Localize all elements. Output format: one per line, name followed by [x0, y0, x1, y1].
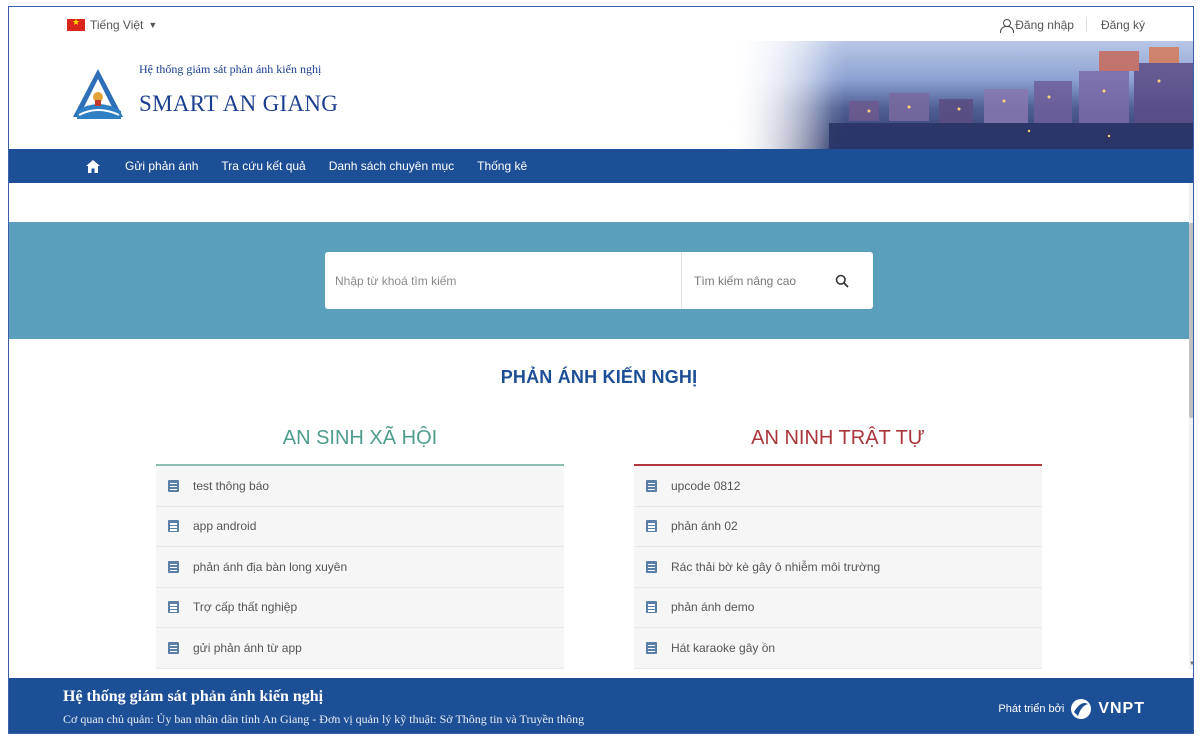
- document-icon: [168, 601, 179, 614]
- header-banner-image: [729, 41, 1193, 149]
- list-item[interactable]: app android: [156, 507, 564, 547]
- auth-links: Đăng nhập Đăng ký: [1000, 18, 1145, 33]
- nav-item-lookup[interactable]: Tra cứu kết quả: [221, 159, 305, 173]
- register-link[interactable]: Đăng ký: [1087, 18, 1145, 32]
- document-icon: [646, 560, 657, 573]
- report-list-social-welfare: test thông báo app android phản ánh địa …: [156, 466, 564, 669]
- vendor-name: VNPT: [1098, 700, 1145, 717]
- developer-credit[interactable]: Phát triển bởi VNPT: [998, 698, 1145, 720]
- list-item[interactable]: upcode 0812: [634, 466, 1042, 507]
- site-subtitle: Hệ thống giám sát phản ánh kiến nghị: [139, 62, 322, 76]
- list-item-label: Trợ cấp thất nghiệp: [193, 600, 298, 615]
- developer-label: Phát triển bởi: [998, 703, 1065, 715]
- category-column-social-welfare: AN SINH XÃ HỘI test thông báo app androi…: [156, 427, 564, 669]
- page-scrollbar[interactable]: ▼: [1189, 183, 1193, 669]
- nav-item-submit[interactable]: Gửi phản ánh: [125, 159, 198, 173]
- footer-title: Hệ thống giám sát phản ánh kiến nghị: [63, 688, 324, 705]
- document-icon: [646, 641, 657, 654]
- scroll-down-arrow-icon[interactable]: ▼: [1189, 661, 1193, 667]
- chevron-down-icon: ▼: [148, 20, 158, 30]
- list-item-label: Hát karaoke gây ồn: [671, 640, 776, 655]
- home-icon[interactable]: [83, 156, 103, 176]
- login-link[interactable]: Đăng nhập: [1000, 18, 1087, 33]
- nav-item-categories[interactable]: Danh sách chuyên mục: [329, 159, 454, 173]
- search-button[interactable]: [822, 261, 862, 301]
- list-item-label: test thông báo: [193, 478, 270, 493]
- list-item[interactable]: gửi phản ánh từ app: [156, 628, 564, 669]
- document-icon: [646, 479, 657, 492]
- search-icon: [835, 274, 849, 288]
- list-item[interactable]: Rác thải bờ kè gây ô nhiễm môi trường: [634, 547, 1042, 588]
- document-icon: [168, 520, 179, 533]
- document-icon: [646, 520, 657, 533]
- list-item[interactable]: phản ánh demo: [634, 588, 1042, 628]
- advanced-search-link[interactable]: Tìm kiếm nâng cao: [682, 274, 822, 288]
- search-input[interactable]: [325, 252, 682, 309]
- document-icon: [646, 601, 657, 614]
- main-nav: Gửi phản ánh Tra cứu kết quả Danh sách c…: [9, 149, 1193, 183]
- language-selector[interactable]: Tiếng Việt ▼: [67, 17, 158, 32]
- list-item-label: Rác thải bờ kè gây ô nhiễm môi trường: [671, 559, 881, 574]
- document-icon: [168, 479, 179, 492]
- list-item[interactable]: phản ánh địa bàn long xuyên: [156, 547, 564, 588]
- flag-vn-icon: [67, 17, 85, 31]
- category-title-security-order[interactable]: AN NINH TRẬT TỰ: [634, 427, 1042, 466]
- category-column-security-order: AN NINH TRẬT TỰ upcode 0812 phản ánh 02 …: [634, 427, 1042, 669]
- section-title: PHẢN ÁNH KIẾN NGHỊ: [500, 367, 698, 387]
- page-frame: Tiếng Việt ▼ Đăng nhập Đăng ký Hệ thống …: [8, 6, 1194, 734]
- list-item-label: phản ánh 02: [671, 519, 738, 534]
- category-title-social-welfare[interactable]: AN SINH XÃ HỘI: [156, 427, 564, 466]
- list-item-label: app android: [193, 519, 257, 534]
- report-list-security-order: upcode 0812 phản ánh 02 Rác thải bờ kè g…: [634, 466, 1042, 669]
- search-box: Tìm kiếm nâng cao: [325, 252, 873, 309]
- site-logo[interactable]: [71, 67, 125, 125]
- document-icon: [168, 641, 179, 654]
- list-item[interactable]: test thông báo: [156, 466, 564, 507]
- list-item[interactable]: Trợ cấp thất nghiệp: [156, 588, 564, 628]
- site-title[interactable]: SMART AN GIANG: [139, 91, 338, 117]
- list-item-label: phản ánh demo: [671, 600, 755, 615]
- language-label: Tiếng Việt: [90, 18, 144, 32]
- footer-subtitle: Cơ quan chủ quản: Ủy ban nhân dân tỉnh A…: [63, 712, 585, 726]
- list-item[interactable]: Hát karaoke gây ồn: [634, 628, 1042, 669]
- login-label: Đăng nhập: [1015, 18, 1074, 32]
- list-item-label: upcode 0812: [671, 478, 741, 493]
- list-item-label: phản ánh địa bàn long xuyên: [193, 559, 348, 574]
- document-icon: [168, 560, 179, 573]
- vnpt-logo-icon: [1071, 699, 1092, 719]
- list-item[interactable]: phản ánh 02: [634, 507, 1042, 547]
- list-item-label: gửi phản ánh từ app: [193, 640, 302, 655]
- footer: Hệ thống giám sát phản ánh kiến nghị Cơ …: [9, 678, 1193, 733]
- scrollbar-thumb[interactable]: [1189, 223, 1193, 418]
- search-band: Tìm kiếm nâng cao: [9, 222, 1189, 339]
- user-icon: [1000, 18, 1015, 33]
- nav-item-statistics[interactable]: Thống kê: [477, 159, 527, 173]
